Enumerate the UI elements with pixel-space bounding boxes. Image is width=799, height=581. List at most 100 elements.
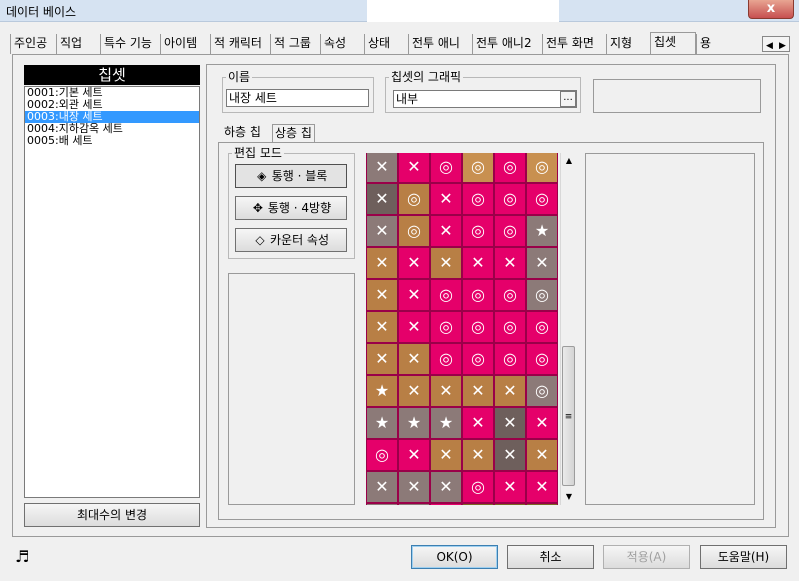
tab-6[interactable]: 속성 — [320, 34, 364, 54]
chip-tile[interactable]: ◎ — [494, 279, 526, 311]
chip-tile[interactable]: ◎ — [366, 503, 398, 505]
chip-tile[interactable]: ✕ — [366, 215, 398, 247]
chipset-tile-grid[interactable]: ✕ ✕ ◎ ◎ ◎ ◎ ✕ ◎ ✕ ◎ ◎ ◎ ✕ ◎ ✕ ◎ ◎ ★ ✕ ✕ ✕ ✕ ✕ ✕ ✕ ✕ ◎ ◎ ◎ ◎ ✕ ✕ ◎ ◎ ◎ ◎ ✕ ✕ ◎ ◎… — [366, 153, 558, 505]
passage-block-button[interactable]: ◈ 통행 · 블록 — [235, 164, 347, 188]
chip-tile[interactable]: ◎ — [526, 375, 558, 407]
name-field[interactable]: 내장 세트 — [226, 89, 369, 107]
chip-tile[interactable]: ✕ — [430, 471, 462, 503]
chip-tile[interactable]: ✕ — [494, 471, 526, 503]
chip-tile[interactable]: ◎ — [526, 183, 558, 215]
tab-12[interactable]: 칩셋 — [650, 32, 696, 54]
chip-tile[interactable]: ★ — [398, 407, 430, 439]
apply-button[interactable]: 적용(A) — [603, 545, 690, 569]
chip-tile[interactable]: ✕ — [398, 247, 430, 279]
chip-tile[interactable]: ◎ — [398, 503, 430, 505]
help-button[interactable]: 도움말(H) — [700, 545, 787, 569]
chip-tile[interactable]: ✕ — [398, 343, 430, 375]
chip-tile[interactable]: ✕ — [462, 503, 494, 505]
chip-tile[interactable]: ✕ — [494, 247, 526, 279]
chip-tile[interactable]: ◎ — [462, 215, 494, 247]
chip-tile[interactable]: ✕ — [494, 503, 526, 505]
close-button[interactable]: x — [748, 0, 794, 19]
chip-tile[interactable]: ◎ — [462, 343, 494, 375]
tab-scroll-right-icon[interactable]: ▶ — [776, 39, 789, 53]
tab-3[interactable]: 아이템 — [160, 34, 210, 54]
tab-13[interactable]: 용 — [696, 34, 722, 54]
chip-tile[interactable]: ✕ — [398, 153, 430, 183]
chip-tile[interactable]: ✕ — [430, 247, 462, 279]
chip-tile[interactable]: ★ — [430, 407, 462, 439]
chip-tile[interactable]: ◎ — [430, 153, 462, 183]
chip-tile[interactable]: ◎ — [430, 311, 462, 343]
passage-4dir-button[interactable]: ✥ 통행 · 4방향 — [235, 196, 347, 220]
chip-tile[interactable]: ◎ — [462, 471, 494, 503]
chip-tile[interactable]: ✕ — [462, 439, 494, 471]
chip-tile[interactable]: ✕ — [398, 311, 430, 343]
counter-attribute-button[interactable]: ◇ 카운터 속성 — [235, 228, 347, 252]
chip-tile[interactable]: ✕ — [462, 407, 494, 439]
graphic-field[interactable]: 내부 — [393, 90, 577, 108]
chip-tile[interactable]: ★ — [366, 407, 398, 439]
tab-11[interactable]: 지형 — [606, 34, 650, 54]
cancel-button[interactable]: 취소 — [507, 545, 594, 569]
tab-5[interactable]: 적 그룹 — [270, 34, 320, 54]
tile-scrollbar[interactable]: ▲ ≡ ▼ — [560, 153, 576, 505]
chip-tile[interactable]: ✕ — [462, 247, 494, 279]
chip-tile[interactable]: ✕ — [526, 439, 558, 471]
scroll-up-icon[interactable]: ▲ — [561, 153, 577, 169]
chip-tile[interactable]: ✕ — [366, 279, 398, 311]
chip-tile[interactable]: ◎ — [494, 215, 526, 247]
chip-tile[interactable]: ◎ — [462, 153, 494, 183]
chip-tile[interactable]: ◎ — [526, 279, 558, 311]
chip-tile[interactable]: ✕ — [366, 343, 398, 375]
chip-tile[interactable]: ✕ — [366, 247, 398, 279]
list-item[interactable]: 0005:배 세트 — [25, 135, 199, 147]
tab-upper-layer[interactable]: 상층 칩 — [272, 124, 315, 142]
chip-tile[interactable]: ✕ — [430, 439, 462, 471]
tab-9[interactable]: 전투 애니2 — [472, 34, 542, 54]
chip-tile[interactable]: ◎ — [398, 215, 430, 247]
change-max-button[interactable]: 최대수의 변경 — [24, 503, 200, 527]
chip-tile[interactable]: ◎ — [398, 183, 430, 215]
chip-tile[interactable]: ✕ — [430, 503, 462, 505]
chip-tile[interactable]: ✕ — [366, 153, 398, 183]
tab-2[interactable]: 특수 기능 — [100, 34, 160, 54]
chip-tile[interactable]: ✕ — [494, 439, 526, 471]
tab-4[interactable]: 적 캐릭터 — [210, 34, 270, 54]
ok-button[interactable]: OK(O) — [411, 545, 498, 569]
chip-tile[interactable]: ◎ — [526, 343, 558, 375]
tab-0[interactable]: 주인공 — [10, 34, 56, 54]
chip-tile[interactable]: ✕ — [526, 247, 558, 279]
scroll-down-icon[interactable]: ▼ — [561, 489, 577, 505]
music-icon[interactable]: ♬ — [15, 547, 29, 566]
chip-tile[interactable]: ◎ — [462, 311, 494, 343]
chip-tile[interactable]: ✕ — [398, 439, 430, 471]
chip-tile[interactable]: ◎ — [430, 279, 462, 311]
chip-tile[interactable]: ✕ — [398, 375, 430, 407]
chip-tile[interactable]: ✕ — [398, 279, 430, 311]
chip-tile[interactable]: ◎ — [462, 279, 494, 311]
chip-tile[interactable]: ✕ — [430, 375, 462, 407]
tab-lower-layer[interactable]: 하층 칩 — [222, 124, 263, 142]
chip-tile[interactable]: ✕ — [526, 407, 558, 439]
chip-tile[interactable]: ✕ — [398, 471, 430, 503]
chip-tile[interactable]: ✕ — [430, 183, 462, 215]
chip-tile[interactable]: ◎ — [366, 439, 398, 471]
chipset-list[interactable]: 0001:기본 세트 0002:외관 세트 0003:내장 세트 0004:지하감옥 … — [24, 86, 200, 498]
chip-tile[interactable]: ★ — [366, 375, 398, 407]
chip-tile[interactable]: ◎ — [526, 153, 558, 183]
chip-tile[interactable]: ✕ — [366, 471, 398, 503]
tab-8[interactable]: 전투 애니 — [408, 34, 472, 54]
chip-tile[interactable]: ✕ — [462, 375, 494, 407]
chip-tile[interactable]: ✕ — [494, 375, 526, 407]
tab-7[interactable]: 상태 — [364, 34, 408, 54]
chip-tile[interactable]: ◎ — [494, 311, 526, 343]
browse-graphic-button[interactable]: ... — [560, 91, 576, 107]
chip-tile[interactable]: ◎ — [494, 343, 526, 375]
chip-tile[interactable]: ✕ — [526, 471, 558, 503]
tab-10[interactable]: 전투 화면 — [542, 34, 606, 54]
chip-tile[interactable]: ✕ — [430, 215, 462, 247]
chip-tile[interactable]: ◎ — [494, 153, 526, 183]
chip-tile[interactable]: ✕ — [494, 407, 526, 439]
chip-tile[interactable]: ✕ — [366, 183, 398, 215]
